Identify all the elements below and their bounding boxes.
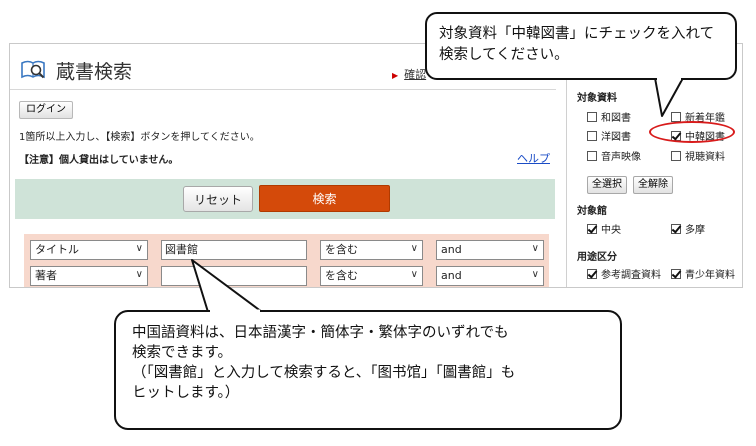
match-select-2[interactable]: を含む ∨ bbox=[320, 266, 423, 286]
material-label: 和図書 bbox=[601, 113, 631, 124]
checkbox-checked-icon[interactable] bbox=[587, 224, 597, 234]
login-button[interactable]: ログイン bbox=[19, 101, 73, 119]
chevron-down-icon: ∨ bbox=[135, 269, 143, 280]
libraries-heading: 対象館 bbox=[577, 206, 607, 217]
bottom-callout-line-2: 検索できます。 bbox=[132, 345, 233, 361]
bottom-callout-line-1: 中国語資料は、日本語漢字・簡体字・繁体字のいずれでも bbox=[132, 325, 509, 341]
checkbox-checked-icon[interactable] bbox=[587, 269, 597, 279]
keyword-input-1[interactable]: 図書館 bbox=[161, 240, 307, 260]
material-label: 視聴資料 bbox=[685, 152, 725, 163]
page-title: 蔵書検索 bbox=[56, 61, 133, 83]
bottom-callout: 中国語資料は、日本語漢字・簡体字・繁体字のいずれでも 検索できます。 （「図書館… bbox=[114, 310, 622, 430]
operator-select-2-value: and bbox=[441, 269, 462, 282]
filter-sidebar: 対象資料 和図書 新着年鑑 洋図書 中韓図書 音声映像 視聴資料 全選択 全解除… bbox=[566, 44, 742, 287]
bottom-callout-line-3: （「図書館」と入力して検索すると、「图书馆」「圖書館」も bbox=[132, 365, 516, 381]
material-checkbox-wa[interactable]: 和図書 bbox=[587, 109, 631, 124]
help-link[interactable]: ヘルプ bbox=[517, 150, 550, 166]
library-checkbox-tama[interactable]: 多摩 bbox=[671, 221, 705, 236]
checkbox-icon[interactable] bbox=[587, 151, 597, 161]
bottom-callout-line-4: ヒットします。） bbox=[132, 385, 240, 401]
library-label: 中央 bbox=[601, 225, 621, 236]
highlight-ellipse bbox=[649, 121, 735, 143]
usage-label: 青少年資料 bbox=[685, 270, 735, 281]
book-search-icon bbox=[21, 60, 45, 79]
search-action-bar: リセット 検索 bbox=[15, 179, 555, 219]
field-select-2-value: 著者 bbox=[35, 269, 57, 282]
checkbox-icon[interactable] bbox=[671, 151, 681, 161]
field-select-1-value: タイトル bbox=[35, 243, 79, 256]
chevron-down-icon: ∨ bbox=[531, 243, 539, 254]
search-button[interactable]: 検索 bbox=[259, 185, 390, 212]
checkbox-icon[interactable] bbox=[587, 131, 597, 141]
search-criteria: タイトル ∨ 図書館 を含む ∨ and ∨ 著者 ∨ を含む ∨ and ∨ bbox=[24, 234, 549, 287]
match-select-1[interactable]: を含む ∨ bbox=[320, 240, 423, 260]
material-checkbox-yo[interactable]: 洋図書 bbox=[587, 128, 631, 143]
chevron-down-icon: ∨ bbox=[410, 243, 418, 254]
material-checkbox-av[interactable]: 視聴資料 bbox=[671, 148, 725, 163]
library-checkbox-chuo[interactable]: 中央 bbox=[587, 221, 621, 236]
usage-checkbox-reference[interactable]: 参考調査資料 bbox=[587, 266, 661, 281]
chevron-down-icon: ∨ bbox=[410, 269, 418, 280]
material-label: 洋図書 bbox=[601, 132, 631, 143]
deselect-all-button[interactable]: 全解除 bbox=[633, 176, 673, 194]
confirm-link-label[interactable]: 確認 bbox=[404, 68, 426, 81]
reset-button[interactable]: リセット bbox=[183, 186, 253, 212]
operator-select-1-value: and bbox=[441, 243, 462, 256]
library-label: 多摩 bbox=[685, 225, 705, 236]
usage-checkbox-youth[interactable]: 青少年資料 bbox=[671, 266, 735, 281]
confirm-link[interactable]: ▶ 確認 bbox=[392, 66, 426, 82]
checkbox-icon[interactable] bbox=[587, 112, 597, 122]
select-all-button[interactable]: 全選択 bbox=[587, 176, 627, 194]
triangle-right-icon: ▶ bbox=[392, 71, 399, 80]
material-checkbox-audio[interactable]: 音声映像 bbox=[587, 148, 641, 163]
operator-select-1[interactable]: and ∨ bbox=[436, 240, 544, 260]
checkbox-checked-icon[interactable] bbox=[671, 224, 681, 234]
usage-label: 参考調査資料 bbox=[601, 270, 661, 281]
top-callout: 対象資料「中韓図書」にチェックを入れて検索してください。 bbox=[425, 12, 737, 80]
field-select-2[interactable]: 著者 ∨ bbox=[30, 266, 148, 286]
field-select-1[interactable]: タイトル ∨ bbox=[30, 240, 148, 260]
keyword-input-2[interactable] bbox=[161, 266, 307, 286]
checkbox-checked-icon[interactable] bbox=[671, 269, 681, 279]
notice-text: 【注意】個人貸出はしていません。 bbox=[19, 155, 179, 166]
material-label: 音声映像 bbox=[601, 152, 641, 163]
operator-select-2[interactable]: and ∨ bbox=[436, 266, 544, 286]
match-select-2-value: を含む bbox=[325, 269, 358, 282]
materials-heading: 対象資料 bbox=[577, 93, 617, 104]
match-select-1-value: を含む bbox=[325, 243, 358, 256]
instruction-text: 1箇所以上入力し、【検索】ボタンを押してください。 bbox=[19, 132, 260, 143]
chevron-down-icon: ∨ bbox=[531, 269, 539, 280]
usage-heading: 用途区分 bbox=[577, 252, 617, 263]
chevron-down-icon: ∨ bbox=[135, 243, 143, 254]
